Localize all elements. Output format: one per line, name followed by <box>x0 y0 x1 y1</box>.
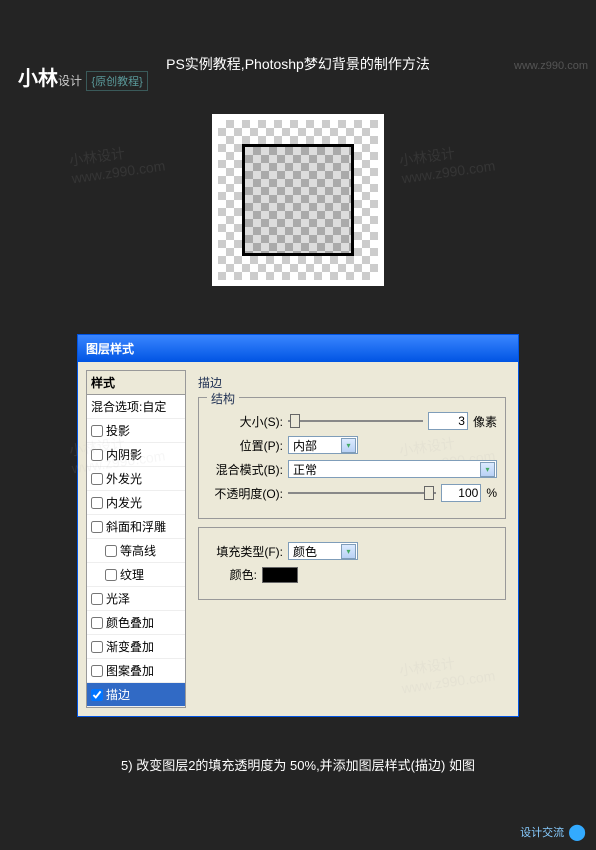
fill-type-label: 填充类型(F): <box>207 543 283 560</box>
dialog-title[interactable]: 图层样式 <box>78 335 518 362</box>
watermark: 小林设计www.z990.com <box>68 138 166 187</box>
structure-group: 结构 大小(S): 像素 位置(P): 内部▾ 混合模式(B): 正常▾ 不透明… <box>198 397 506 519</box>
opacity-label: 不透明度(O): <box>207 485 283 502</box>
blend-select[interactable]: 正常▾ <box>288 460 497 478</box>
checkbox-pattern-overlay[interactable] <box>91 665 103 677</box>
style-item-gradient-overlay[interactable]: 渐变叠加 <box>87 635 185 659</box>
site-url: www.z990.com <box>514 60 588 72</box>
footer-badge: 设计交流 ⬤ <box>520 822 586 842</box>
logo-sub: 设计 <box>58 74 82 88</box>
step-text: 5) 改变图层2的填充透明度为 50%,并添加图层样式(描边) 如图 <box>0 755 596 774</box>
style-item-pattern-overlay[interactable]: 图案叠加 <box>87 659 185 683</box>
checkbox-inner-shadow[interactable] <box>91 449 103 461</box>
checkbox-drop-shadow[interactable] <box>91 425 103 437</box>
opacity-slider[interactable] <box>288 485 436 501</box>
site-logo: 小林设计 {原创教程} <box>18 62 148 91</box>
style-item-inner-shadow[interactable]: 内阴影 <box>87 443 185 467</box>
style-item-outer-glow[interactable]: 外发光 <box>87 467 185 491</box>
inner-square <box>242 144 354 256</box>
checkbox-texture[interactable] <box>105 569 117 581</box>
structure-title: 结构 <box>207 390 239 407</box>
style-item-texture[interactable]: 纹理 <box>87 563 185 587</box>
checkbox-outer-glow[interactable] <box>91 473 103 485</box>
style-item-stroke[interactable]: 描边 <box>87 683 185 707</box>
style-list: 样式 混合选项:自定 投影 内阴影 外发光 内发光 斜面和浮雕 等高线 纹理 光… <box>86 370 186 708</box>
size-unit: 像素 <box>473 413 497 430</box>
position-select[interactable]: 内部▾ <box>288 436 358 454</box>
checkbox-inner-glow[interactable] <box>91 497 103 509</box>
style-item-color-overlay[interactable]: 颜色叠加 <box>87 611 185 635</box>
opacity-unit: % <box>486 486 497 500</box>
style-item-inner-glow[interactable]: 内发光 <box>87 491 185 515</box>
checkbox-satin[interactable] <box>91 593 103 605</box>
stroke-panel: 描边 结构 大小(S): 像素 位置(P): 内部▾ 混合模式(B): 正常▾ <box>194 370 510 708</box>
checkbox-color-overlay[interactable] <box>91 617 103 629</box>
size-label: 大小(S): <box>207 413 283 430</box>
style-list-header: 样式 <box>87 371 185 395</box>
panel-section: 描边 <box>198 374 506 391</box>
size-slider[interactable] <box>288 413 423 429</box>
original-tag: {原创教程} <box>86 71 147 91</box>
layer-style-dialog: 图层样式 样式 混合选项:自定 投影 内阴影 外发光 内发光 斜面和浮雕 等高线… <box>77 334 519 717</box>
style-item-satin[interactable]: 光泽 <box>87 587 185 611</box>
checkbox-gradient-overlay[interactable] <box>91 641 103 653</box>
slider-thumb-icon[interactable] <box>424 486 434 500</box>
slider-thumb-icon[interactable] <box>290 414 300 428</box>
chevron-down-icon: ▾ <box>341 438 356 453</box>
logo-main: 小林 <box>18 68 58 90</box>
watermark: 小林设计www.z990.com <box>398 138 496 187</box>
chevron-down-icon: ▾ <box>480 462 495 477</box>
style-item-drop-shadow[interactable]: 投影 <box>87 419 185 443</box>
opacity-input[interactable] <box>441 484 481 502</box>
style-item-bevel[interactable]: 斜面和浮雕 <box>87 515 185 539</box>
size-input[interactable] <box>428 412 468 430</box>
blend-label: 混合模式(B): <box>207 461 283 478</box>
preview-box <box>212 114 384 286</box>
flame-icon: ⬤ <box>568 822 586 842</box>
color-swatch[interactable] <box>262 567 298 583</box>
fill-type-select[interactable]: 颜色▾ <box>288 542 358 560</box>
checkbox-contour[interactable] <box>105 545 117 557</box>
checker-bg <box>218 120 378 280</box>
position-label: 位置(P): <box>207 437 283 454</box>
checkbox-stroke[interactable] <box>91 689 103 701</box>
color-label: 颜色: <box>207 566 257 583</box>
style-item-contour[interactable]: 等高线 <box>87 539 185 563</box>
footer-text: 设计交流 <box>520 824 564 840</box>
blend-options-item[interactable]: 混合选项:自定 <box>87 395 185 419</box>
checkbox-bevel[interactable] <box>91 521 103 533</box>
chevron-down-icon: ▾ <box>341 544 356 559</box>
fill-group: 填充类型(F): 颜色▾ 颜色: <box>198 527 506 600</box>
